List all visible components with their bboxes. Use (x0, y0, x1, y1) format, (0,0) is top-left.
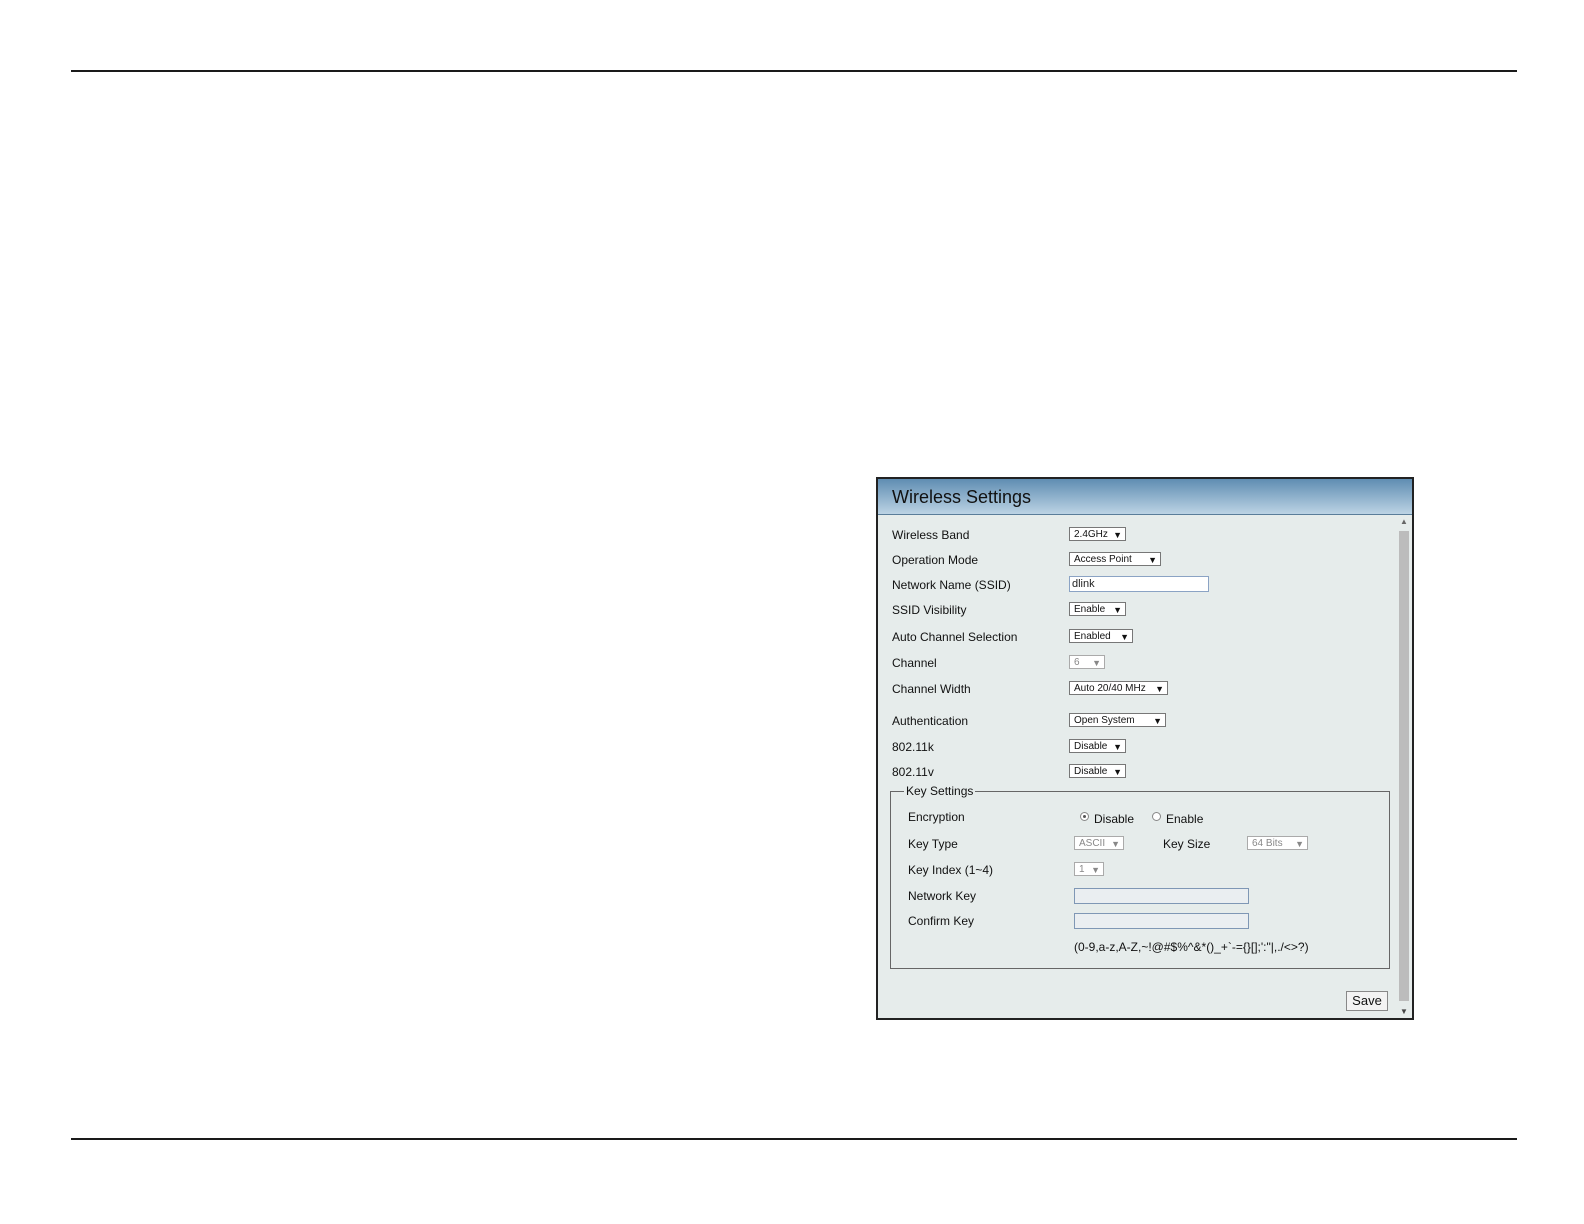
dot11k-label: 802.11k (892, 740, 934, 754)
key-type-label: Key Type (908, 837, 958, 851)
dot11k-select[interactable]: Disable ▼ (1069, 739, 1126, 753)
dropdown-arrow-icon: ▼ (1091, 865, 1100, 875)
operation-mode-value: Access Point (1074, 554, 1132, 565)
ssid-visibility-label: SSID Visibility (892, 603, 967, 617)
ssid-visibility-select[interactable]: Enable ▼ (1069, 602, 1126, 616)
ssid-visibility-value: Enable (1074, 604, 1106, 615)
dropdown-arrow-icon: ▼ (1111, 839, 1120, 849)
encryption-label: Encryption (908, 810, 965, 824)
key-size-label: Key Size (1163, 837, 1211, 851)
scroll-down-arrow-icon[interactable]: ▼ (1398, 1007, 1410, 1017)
scroll-thumb[interactable] (1399, 531, 1409, 1001)
dropdown-arrow-icon: ▼ (1113, 742, 1122, 752)
dropdown-arrow-icon: ▼ (1092, 658, 1101, 668)
dot11k-value: Disable (1074, 741, 1108, 752)
panel-title: Wireless Settings (892, 487, 1032, 507)
channel-select[interactable]: 6 ▼ (1069, 655, 1105, 669)
channel-width-value: Auto 20/40 MHz (1074, 683, 1146, 694)
dropdown-arrow-icon: ▼ (1113, 767, 1122, 777)
wireless-band-label: Wireless Band (892, 528, 970, 542)
authentication-value: Open System (1074, 715, 1135, 726)
vertical-scrollbar[interactable]: ▲ ▼ (1398, 517, 1410, 1017)
scroll-up-arrow-icon[interactable]: ▲ (1398, 517, 1410, 527)
authentication-select[interactable]: Open System ▼ (1069, 713, 1166, 727)
key-index-select[interactable]: 1 ▼ (1074, 862, 1104, 876)
operation-mode-select[interactable]: Access Point ▼ (1069, 552, 1161, 566)
channel-value: 6 (1074, 657, 1080, 668)
encryption-disable-radio[interactable] (1080, 812, 1089, 821)
wireless-band-select[interactable]: 2.4GHz ▼ (1069, 527, 1126, 541)
bottom-divider (71, 1138, 1517, 1140)
panel-header: Wireless Settings (878, 479, 1412, 515)
ssid-label: Network Name (SSID) (892, 578, 1011, 592)
wireless-band-value: 2.4GHz (1074, 529, 1108, 540)
authentication-label: Authentication (892, 714, 969, 728)
dropdown-arrow-icon: ▼ (1153, 716, 1162, 726)
encryption-enable-label: Enable (1166, 812, 1204, 826)
network-key-label: Network Key (908, 889, 977, 903)
key-type-select[interactable]: ASCII ▼ (1074, 836, 1124, 850)
save-button[interactable]: Save (1346, 991, 1388, 1011)
allowed-characters-hint: (0-9,a-z,A-Z,~!@#$%^&*()_+`-={}[];':"|,.… (1074, 940, 1309, 954)
dropdown-arrow-icon: ▼ (1120, 632, 1129, 642)
dropdown-arrow-icon: ▼ (1295, 839, 1304, 849)
channel-width-label: Channel Width (892, 682, 971, 696)
dot11v-select[interactable]: Disable ▼ (1069, 764, 1126, 778)
dropdown-arrow-icon: ▼ (1148, 555, 1157, 565)
confirm-key-label: Confirm Key (908, 914, 975, 928)
top-divider (71, 70, 1517, 72)
key-index-value: 1 (1079, 864, 1085, 875)
auto-channel-label: Auto Channel Selection (892, 630, 1018, 644)
encryption-enable-radio[interactable] (1152, 812, 1161, 821)
wireless-settings-panel: Wireless Settings ▲ ▼ Wireless Band 2.4G… (876, 477, 1414, 1020)
auto-channel-select[interactable]: Enabled ▼ (1069, 629, 1133, 643)
confirm-key-input[interactable] (1074, 913, 1249, 929)
dropdown-arrow-icon: ▼ (1113, 530, 1122, 540)
key-size-select[interactable]: 64 Bits ▼ (1247, 836, 1308, 850)
ssid-input[interactable]: dlink (1069, 576, 1209, 592)
key-settings-legend: Key Settings (904, 784, 976, 798)
encryption-disable-label: Disable (1094, 812, 1135, 826)
key-type-value: ASCII (1079, 838, 1106, 849)
network-key-input[interactable] (1074, 888, 1249, 904)
key-size-value: 64 Bits (1252, 838, 1283, 849)
key-index-label: Key Index (1~4) (908, 863, 994, 877)
channel-width-select[interactable]: Auto 20/40 MHz ▼ (1069, 681, 1168, 695)
channel-label: Channel (892, 656, 937, 670)
dropdown-arrow-icon: ▼ (1113, 605, 1122, 615)
auto-channel-value: Enabled (1074, 631, 1111, 642)
dot11v-label: 802.11v (892, 765, 934, 779)
dropdown-arrow-icon: ▼ (1155, 684, 1164, 694)
dot11v-value: Disable (1074, 766, 1108, 777)
operation-mode-label: Operation Mode (892, 553, 979, 567)
